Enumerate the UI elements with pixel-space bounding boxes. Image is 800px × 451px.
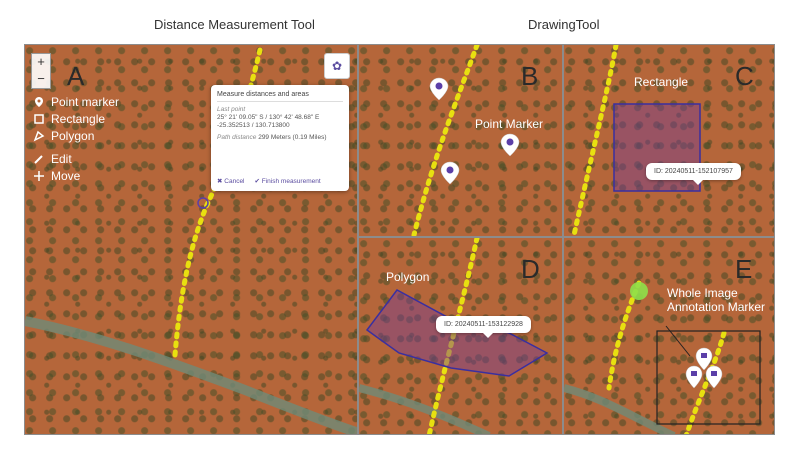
cancel-label: Cancel bbox=[224, 178, 245, 185]
zoom-control: + − bbox=[31, 53, 51, 89]
logo-icon[interactable]: ✿ bbox=[324, 53, 350, 79]
polygon-id-tooltip: ID: 20240511-153122928 bbox=[436, 316, 531, 338]
rectangle-id: ID: 20240511-152107957 bbox=[654, 168, 733, 175]
point-marker-label: Point Marker bbox=[475, 117, 544, 131]
panel-letter-d: D bbox=[521, 254, 540, 284]
tool-move[interactable]: Move bbox=[33, 169, 80, 183]
zoom-out-button[interactable]: − bbox=[32, 71, 50, 88]
zoom-in-button[interactable]: + bbox=[32, 54, 50, 71]
panel-c-map[interactable]: C Rectangle ID: 20240511-152107957 bbox=[563, 44, 775, 237]
panel-letter-c: C bbox=[735, 61, 754, 91]
tool-edit[interactable]: Edit bbox=[33, 152, 72, 166]
tool-label: Point marker bbox=[51, 95, 120, 109]
panel-e-map[interactable]: E Whole Image Annotation Marker bbox=[563, 237, 775, 435]
polygon-icon bbox=[33, 130, 45, 142]
last-point-dms: 25° 21' 09.05" S / 130° 42' 48.68" E bbox=[217, 114, 320, 121]
whole-image-label-line1: Whole Image bbox=[667, 286, 738, 300]
image-marker-icon bbox=[695, 347, 713, 371]
panel-letter-e: E bbox=[735, 254, 753, 284]
finish-label: Finish measurement bbox=[261, 178, 321, 185]
image-marker-icon bbox=[685, 365, 703, 389]
tool-point-marker[interactable]: Point marker bbox=[33, 95, 119, 109]
panel-a-map[interactable]: A + − Point marker Rectangle Polygon Edi… bbox=[24, 44, 358, 435]
finish-measurement-button[interactable]: ✔ Finish measurement bbox=[255, 177, 321, 185]
panel-letter-b: B bbox=[521, 61, 539, 91]
measure-panel-title: Measure distances and areas bbox=[217, 91, 343, 102]
whole-image-marker bbox=[630, 282, 648, 300]
polygon-annotation bbox=[365, 289, 549, 377]
polygon-id: ID: 20240511-153122928 bbox=[444, 321, 523, 328]
last-point-decimal: -25.352513 / 130.713800 bbox=[217, 122, 290, 129]
tool-polygon[interactable]: Polygon bbox=[33, 129, 94, 143]
tool-label: Polygon bbox=[51, 129, 95, 143]
move-icon bbox=[34, 171, 44, 181]
measure-panel: Measure distances and areas Last point 2… bbox=[211, 85, 349, 191]
image-marker-icon bbox=[705, 365, 723, 389]
point-marker-icon bbox=[500, 133, 520, 157]
tool-label: Move bbox=[51, 169, 81, 183]
edit-icon bbox=[34, 155, 43, 164]
path-distance-label: Path distance bbox=[217, 134, 257, 141]
rectangle-icon bbox=[34, 114, 44, 124]
pin-icon bbox=[35, 97, 43, 107]
cancel-measurement-button[interactable]: ✖ Cancel bbox=[217, 177, 245, 185]
last-point-label: Last point bbox=[217, 106, 246, 113]
panel-b-map[interactable]: B Point Marker bbox=[358, 44, 563, 237]
rectangle-id-tooltip: ID: 20240511-152107957 bbox=[646, 163, 741, 185]
rectangle-label: Rectangle bbox=[634, 75, 689, 89]
title-distance-measurement: Distance Measurement Tool bbox=[154, 17, 315, 32]
polygon-label: Polygon bbox=[386, 270, 430, 284]
point-marker-icon bbox=[429, 77, 449, 101]
whole-image-label-line2: Annotation Marker bbox=[667, 300, 766, 314]
point-marker-icon bbox=[440, 161, 460, 185]
tool-rectangle[interactable]: Rectangle bbox=[33, 112, 105, 126]
panel-letter-a: A bbox=[67, 61, 85, 91]
title-drawing-tool: DrawingTool bbox=[528, 17, 600, 32]
tool-label: Rectangle bbox=[51, 112, 106, 126]
panel-d-map[interactable]: D Polygon ID: 20240511-153122928 bbox=[358, 237, 563, 435]
path-distance-value: 299 Meters (0.19 Miles) bbox=[258, 134, 327, 141]
tool-label: Edit bbox=[51, 152, 72, 166]
